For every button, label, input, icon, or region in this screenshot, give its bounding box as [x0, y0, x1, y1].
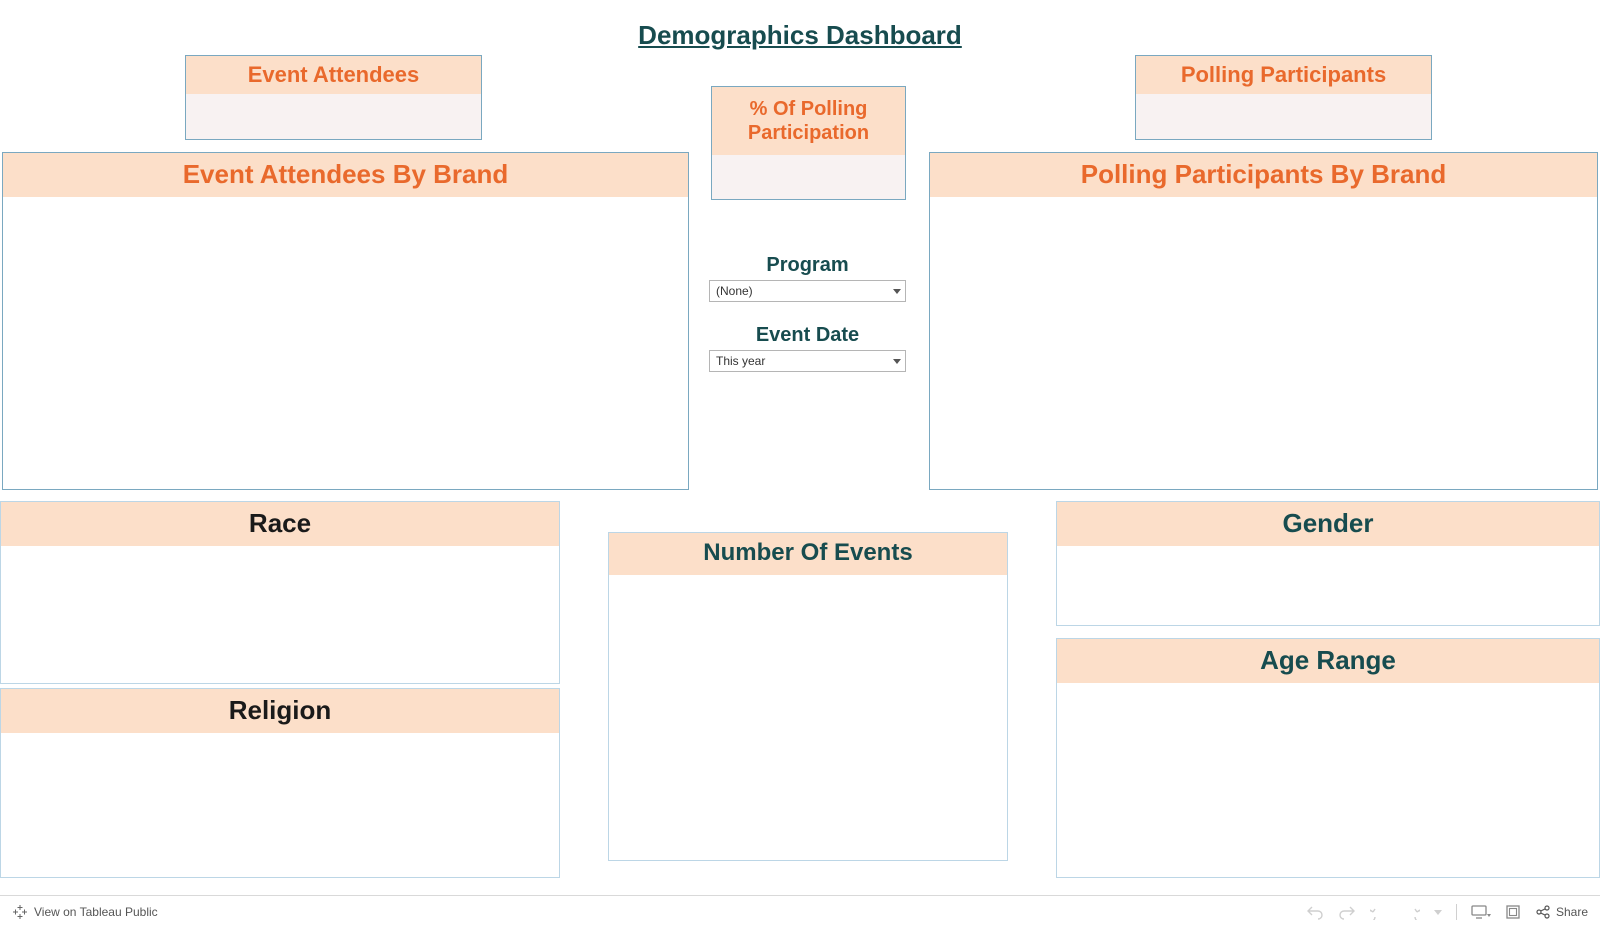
replay-menu-caret[interactable] [1434, 908, 1442, 916]
panel-race-header: Race [1, 502, 559, 546]
view-on-tableau-link[interactable]: View on Tableau Public [12, 904, 158, 920]
dashboard-title: Demographics Dashboard [0, 20, 1600, 51]
filter-event-date-value: This year [716, 354, 765, 368]
toolbar-separator [1456, 904, 1457, 920]
panel-age-range-header: Age Range [1057, 639, 1599, 683]
filter-program-dropdown[interactable]: (None) [709, 280, 906, 302]
panel-religion-header: Religion [1, 689, 559, 733]
share-icon [1535, 904, 1551, 920]
panel-age-range-body [1057, 683, 1599, 877]
panel-race-body [1, 546, 559, 683]
panel-polling-pct-header: % Of Polling Participation [712, 87, 905, 155]
panel-event-attendees-body [186, 94, 481, 139]
panel-gender-header: Gender [1057, 502, 1599, 546]
panel-religion: Religion [0, 688, 560, 878]
view-on-tableau-label: View on Tableau Public [34, 905, 158, 919]
panel-age-range: Age Range [1056, 638, 1600, 878]
panel-race: Race [0, 501, 560, 684]
panel-polling-by-brand: Polling Participants By Brand [929, 152, 1598, 490]
panel-polling-by-brand-header: Polling Participants By Brand [930, 153, 1597, 197]
undo-button[interactable] [1306, 904, 1324, 920]
panel-religion-body [1, 733, 559, 877]
panel-polling-participants-body [1136, 94, 1431, 139]
share-label: Share [1556, 905, 1588, 919]
panel-attendees-by-brand: Event Attendees By Brand [2, 152, 689, 490]
footer-toolbar: View on Tableau Public [0, 895, 1600, 927]
chevron-down-icon [893, 359, 901, 364]
panel-attendees-by-brand-body [3, 197, 688, 489]
panel-attendees-by-brand-header: Event Attendees By Brand [3, 153, 688, 197]
filter-event-date-dropdown[interactable]: This year [709, 350, 906, 372]
filter-event-date-label: Event Date [709, 324, 906, 347]
panel-number-of-events-header: Number Of Events [609, 533, 1007, 575]
fullscreen-button[interactable] [1505, 904, 1521, 920]
panel-polling-pct-body [712, 155, 905, 199]
panel-polling-participants: Polling Participants [1135, 55, 1432, 140]
panel-event-attendees-header: Event Attendees [186, 56, 481, 94]
device-preview-button[interactable] [1471, 904, 1491, 920]
tableau-logo-icon [12, 904, 28, 920]
panel-polling-participants-header: Polling Participants [1136, 56, 1431, 94]
panel-number-of-events-body [609, 575, 1007, 860]
panel-gender-body [1057, 546, 1599, 625]
panel-event-attendees: Event Attendees [185, 55, 482, 140]
chevron-down-icon [893, 289, 901, 294]
redo-button[interactable] [1338, 904, 1356, 920]
filter-program-value: (None) [716, 284, 753, 298]
panel-gender: Gender [1056, 501, 1600, 626]
replay-forward-button[interactable] [1402, 904, 1420, 920]
panel-number-of-events: Number Of Events [608, 532, 1008, 861]
panel-polling-by-brand-body [930, 197, 1597, 489]
filter-program-label: Program [709, 254, 906, 277]
replay-back-button[interactable] [1370, 904, 1388, 920]
share-button[interactable]: Share [1535, 904, 1588, 920]
panel-polling-pct: % Of Polling Participation [711, 86, 906, 200]
